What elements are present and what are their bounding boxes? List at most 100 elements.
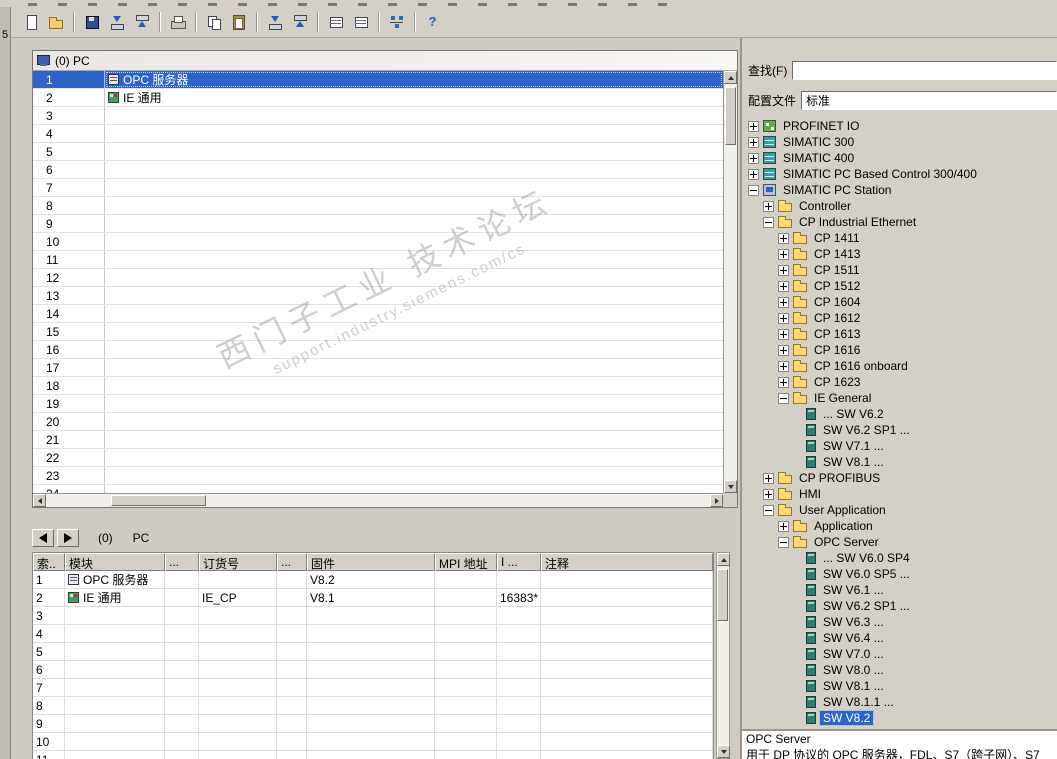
collapse-minus-icon[interactable] [778, 536, 789, 548]
expand-plus-icon[interactable] [763, 200, 774, 212]
expand-plus-icon[interactable] [763, 488, 774, 500]
tree-item[interactable]: SW V6.4 ... [744, 630, 1057, 646]
slot-row[interactable]: 10 [33, 233, 723, 251]
tree-item[interactable]: User Application [744, 502, 1057, 518]
detail-row[interactable]: 1 OPC 服务器 V8.2 [33, 571, 713, 589]
tree-item[interactable]: SW V6.1 ... [744, 582, 1057, 598]
scroll-up-button[interactable] [724, 71, 737, 84]
collapse-minus-icon[interactable] [763, 504, 774, 516]
expand-plus-icon[interactable] [778, 360, 789, 372]
paste-button[interactable] [226, 10, 251, 34]
detail-row[interactable]: 5 [33, 643, 713, 661]
expand-plus-icon[interactable] [778, 232, 789, 244]
collapse-minus-icon[interactable] [778, 392, 789, 404]
expand-plus-icon[interactable] [748, 120, 759, 132]
catalog-toggle-button[interactable] [323, 10, 348, 34]
tree-item[interactable]: CP PROFIBUS [744, 470, 1057, 486]
tree-item[interactable]: HMI [744, 486, 1057, 502]
scroll-down-button[interactable] [717, 745, 730, 758]
tree-item[interactable]: SIMATIC PC Based Control 300/400 [744, 166, 1057, 182]
download-to-plc-button[interactable] [262, 10, 287, 34]
collapse-minus-icon[interactable] [763, 216, 774, 228]
tree-item[interactable]: OPC Server [744, 534, 1057, 550]
slot-row[interactable]: 9 [33, 215, 723, 233]
tree-item[interactable]: SW V8.1.1 ... [744, 694, 1057, 710]
tree-item[interactable]: SW V6.2 SP1 ... [744, 598, 1057, 614]
tree-item[interactable]: CP 1612 [744, 310, 1057, 326]
detail-row[interactable]: 6 [33, 661, 713, 679]
slot-row[interactable]: 7 [33, 179, 723, 197]
network-view-button[interactable] [384, 10, 409, 34]
detail-row[interactable]: 11 [33, 751, 713, 759]
slot-row[interactable]: 22 [33, 449, 723, 467]
find-input[interactable] [792, 60, 1057, 80]
tree-item[interactable]: SW V8.0 ... [744, 662, 1057, 678]
detail-vertical-scrollbar[interactable] [716, 552, 730, 759]
tree-item[interactable]: CP 1604 [744, 294, 1057, 310]
slot-row[interactable]: 19 [33, 395, 723, 413]
upload-from-plc-button[interactable] [287, 10, 312, 34]
slot-row[interactable]: 18 [33, 377, 723, 395]
tree-item[interactable]: CP 1613 [744, 326, 1057, 342]
tree-item[interactable]: SIMATIC 400 [744, 150, 1057, 166]
detail-row[interactable]: 10 [33, 733, 713, 751]
scroll-down-button[interactable] [724, 480, 737, 493]
tree-item[interactable]: SW V6.2 SP1 ... [744, 422, 1057, 438]
scroll-up-button[interactable] [717, 553, 730, 566]
scroll-left-button[interactable] [33, 494, 46, 507]
slot-row[interactable]: 21 [33, 431, 723, 449]
expand-plus-icon[interactable] [748, 152, 759, 164]
tree-item[interactable]: SIMATIC PC Station [744, 182, 1057, 198]
tree-item[interactable]: SW V7.0 ... [744, 646, 1057, 662]
tree-item[interactable]: PROFINET IO [744, 118, 1057, 134]
new-button[interactable] [18, 10, 43, 34]
tree-item[interactable]: CP Industrial Ethernet [744, 214, 1057, 230]
detail-row[interactable]: 2 IE 通用 IE_CP V8.1 16383* [33, 589, 713, 607]
station-vertical-scrollbar[interactable] [723, 71, 737, 493]
help-button[interactable]: ? [420, 10, 445, 34]
detail-row[interactable]: 8 [33, 697, 713, 715]
tree-item[interactable]: SW V6.0 SP5 ... [744, 566, 1057, 582]
expand-plus-icon[interactable] [763, 472, 774, 484]
tree-item[interactable]: SW V7.1 ... [744, 438, 1057, 454]
station-horizontal-scrollbar[interactable] [33, 493, 723, 507]
expand-plus-icon[interactable] [748, 168, 759, 180]
tree-item[interactable]: CP 1411 [744, 230, 1057, 246]
slot-row[interactable]: 2 IE 通用 [33, 89, 723, 107]
tree-item[interactable]: IE General [744, 390, 1057, 406]
slot-row[interactable]: 16 [33, 341, 723, 359]
profile-dropdown[interactable]: 标准 [801, 90, 1057, 110]
slot-row[interactable]: 17 [33, 359, 723, 377]
tree-item[interactable]: Application [744, 518, 1057, 534]
tree-item[interactable]: CP 1616 [744, 342, 1057, 358]
collapse-minus-icon[interactable] [748, 184, 759, 196]
print-button[interactable] [165, 10, 190, 34]
tree-item[interactable]: ... SW V6.0 SP4 [744, 550, 1057, 566]
expand-plus-icon[interactable] [778, 296, 789, 308]
slot-row[interactable]: 5 [33, 143, 723, 161]
vertical-scrollbar-thumb[interactable] [717, 569, 728, 621]
vertical-scrollbar-thumb[interactable] [725, 87, 736, 145]
slot-row[interactable]: 20 [33, 413, 723, 431]
tree-item[interactable]: CP 1511 [744, 262, 1057, 278]
open-button[interactable] [43, 10, 68, 34]
scroll-right-button[interactable] [710, 494, 723, 507]
upload-station-button[interactable] [129, 10, 154, 34]
horizontal-scrollbar-thumb[interactable] [111, 495, 206, 506]
slot-row[interactable]: 13 [33, 287, 723, 305]
address-overview-button[interactable] [348, 10, 373, 34]
tree-item[interactable]: SIMATIC 300 [744, 134, 1057, 150]
save-compile-button[interactable] [79, 10, 104, 34]
tree-item[interactable]: SW V6.3 ... [744, 614, 1057, 630]
detail-row[interactable]: 9 [33, 715, 713, 733]
expand-plus-icon[interactable] [778, 264, 789, 276]
tree-item[interactable]: Controller [744, 198, 1057, 214]
station-window-titlebar[interactable]: (0) PC [33, 51, 737, 71]
next-station-button[interactable] [57, 529, 79, 547]
slot-row[interactable]: 1 OPC 服务器 [33, 71, 723, 89]
slot-row[interactable]: 8 [33, 197, 723, 215]
download-station-button[interactable] [104, 10, 129, 34]
tree-item[interactable]: CP 1623 [744, 374, 1057, 390]
slot-row[interactable]: 15 [33, 323, 723, 341]
tree-item[interactable]: SW V8.1 ... [744, 678, 1057, 694]
